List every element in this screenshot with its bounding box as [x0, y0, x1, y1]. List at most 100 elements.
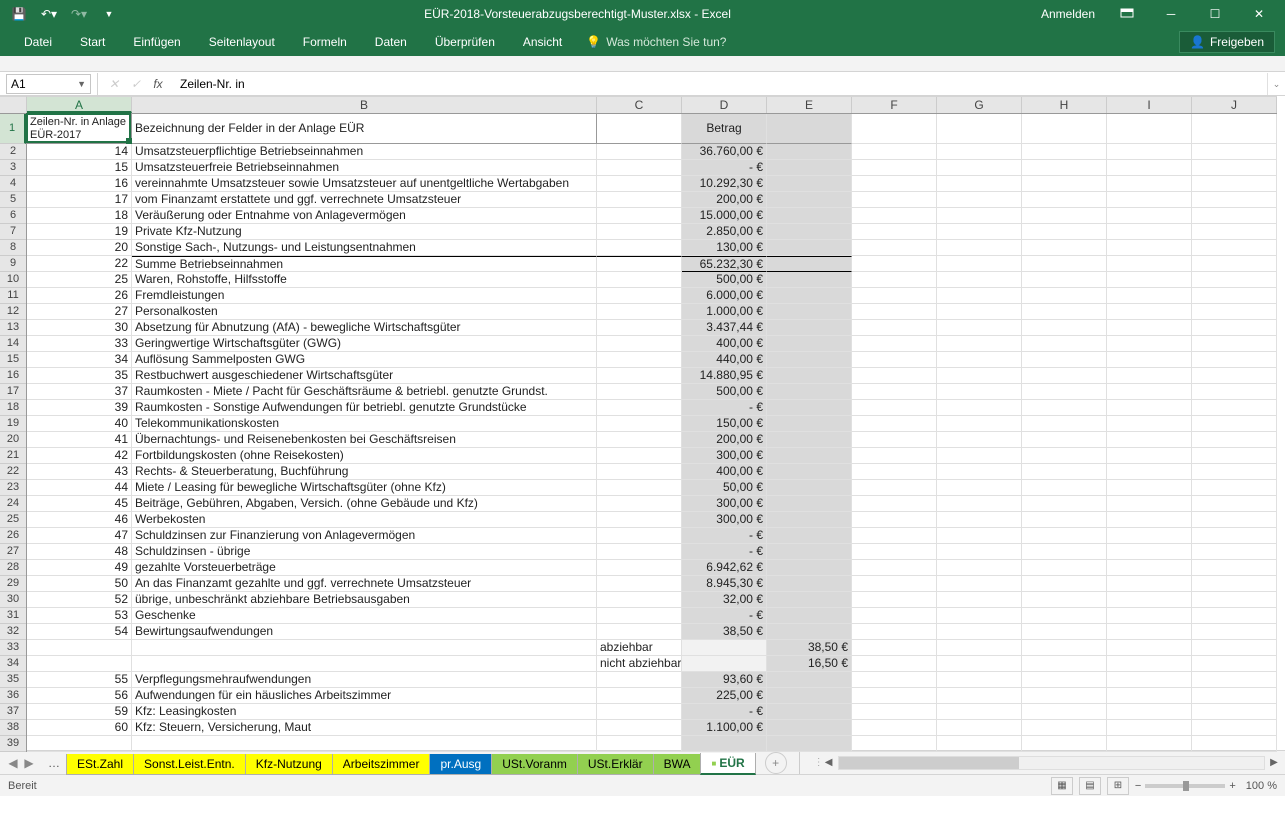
cell[interactable]: [1022, 384, 1107, 400]
row-header[interactable]: 30: [0, 592, 26, 608]
cell[interactable]: 36.760,00 €: [682, 144, 767, 160]
row-header[interactable]: 7: [0, 224, 26, 240]
row-header[interactable]: 13: [0, 320, 26, 336]
cell[interactable]: [1107, 736, 1192, 752]
cell[interactable]: [1107, 656, 1192, 672]
cell[interactable]: [1022, 336, 1107, 352]
cell[interactable]: [937, 512, 1022, 528]
column-header[interactable]: A: [27, 97, 132, 113]
cell[interactable]: [937, 704, 1022, 720]
cell[interactable]: [767, 320, 852, 336]
cell[interactable]: [767, 496, 852, 512]
cell[interactable]: [27, 656, 132, 672]
ribbon-tab-überprüfen[interactable]: Überprüfen: [421, 31, 509, 53]
cell[interactable]: [132, 656, 597, 672]
cell[interactable]: [597, 272, 682, 288]
cell[interactable]: 225,00 €: [682, 688, 767, 704]
cell[interactable]: [852, 384, 937, 400]
cell[interactable]: [852, 656, 937, 672]
cell[interactable]: [767, 512, 852, 528]
cell[interactable]: [597, 240, 682, 256]
cell[interactable]: [1022, 528, 1107, 544]
cell[interactable]: Übernachtungs- und Reisenebenkosten bei …: [132, 432, 597, 448]
formula-input[interactable]: [174, 74, 1267, 94]
cell[interactable]: [852, 336, 937, 352]
cell[interactable]: [937, 192, 1022, 208]
cell[interactable]: 500,00 €: [682, 384, 767, 400]
cell[interactable]: 1.000,00 €: [682, 304, 767, 320]
cell[interactable]: Geringwertige Wirtschaftsgüter (GWG): [132, 336, 597, 352]
cell[interactable]: [937, 144, 1022, 160]
cell[interactable]: [767, 256, 852, 272]
cell[interactable]: Verpflegungsmehraufwendungen: [132, 672, 597, 688]
cell[interactable]: Fremdleistungen: [132, 288, 597, 304]
cell[interactable]: Rechts- & Steuerberatung, Buchführung: [132, 464, 597, 480]
cell[interactable]: [937, 256, 1022, 272]
cell[interactable]: 42: [27, 448, 132, 464]
cell[interactable]: Raumkosten - Sonstige Aufwendungen für b…: [132, 400, 597, 416]
cell[interactable]: [1022, 176, 1107, 192]
cell[interactable]: 27: [27, 304, 132, 320]
cell[interactable]: Bezeichnung der Felder in der Anlage EÜR: [132, 114, 597, 144]
cell[interactable]: Veräußerung oder Entnahme von Anlageverm…: [132, 208, 597, 224]
cell[interactable]: 41: [27, 432, 132, 448]
cell[interactable]: [597, 736, 682, 752]
cell[interactable]: [1107, 720, 1192, 736]
cell[interactable]: [852, 528, 937, 544]
cell[interactable]: [937, 352, 1022, 368]
cell[interactable]: [767, 448, 852, 464]
cell[interactable]: [937, 672, 1022, 688]
cell[interactable]: [852, 608, 937, 624]
cell[interactable]: [937, 160, 1022, 176]
cell[interactable]: [597, 464, 682, 480]
cell[interactable]: [1192, 448, 1277, 464]
cell[interactable]: [1022, 160, 1107, 176]
cell[interactable]: [852, 720, 937, 736]
cell[interactable]: [937, 496, 1022, 512]
cell[interactable]: Schuldzinsen zur Finanzierung von Anlage…: [132, 528, 597, 544]
cell[interactable]: [1022, 592, 1107, 608]
cell[interactable]: 150,00 €: [682, 416, 767, 432]
cell[interactable]: [1022, 368, 1107, 384]
cell[interactable]: [1192, 432, 1277, 448]
cell[interactable]: [1107, 544, 1192, 560]
cell[interactable]: 22: [27, 256, 132, 272]
row-header[interactable]: 11: [0, 288, 26, 304]
cell[interactable]: [937, 208, 1022, 224]
cell[interactable]: [597, 432, 682, 448]
cell[interactable]: 50,00 €: [682, 480, 767, 496]
select-all-corner[interactable]: [0, 96, 27, 114]
column-header[interactable]: J: [1192, 97, 1277, 113]
cell[interactable]: [597, 400, 682, 416]
row-header[interactable]: 26: [0, 528, 26, 544]
fx-icon[interactable]: fx: [148, 77, 168, 91]
cells-area[interactable]: Zeilen-Nr. in Anlage EÜR-2017Bezeichnung…: [27, 114, 1277, 752]
cell[interactable]: [1022, 672, 1107, 688]
cell[interactable]: [1022, 288, 1107, 304]
cell[interactable]: 6.942,62 €: [682, 560, 767, 576]
cell[interactable]: [1107, 640, 1192, 656]
cell[interactable]: [767, 144, 852, 160]
cell[interactable]: 17: [27, 192, 132, 208]
split-handle[interactable]: ⋮: [814, 757, 822, 768]
cell[interactable]: [1107, 176, 1192, 192]
cell[interactable]: [1107, 114, 1192, 144]
ribbon-tab-start[interactable]: Start: [66, 31, 119, 53]
cell[interactable]: [1022, 400, 1107, 416]
cell[interactable]: [767, 416, 852, 432]
cell[interactable]: [1192, 704, 1277, 720]
row-header[interactable]: 5: [0, 192, 26, 208]
row-header[interactable]: 6: [0, 208, 26, 224]
row-header[interactable]: 21: [0, 448, 26, 464]
cell[interactable]: [597, 192, 682, 208]
cell[interactable]: [767, 736, 852, 752]
cell[interactable]: [852, 416, 937, 432]
cell[interactable]: [1107, 256, 1192, 272]
sheet-tab[interactable]: Sonst.Leist.Entn.: [133, 754, 246, 775]
cell[interactable]: [1192, 576, 1277, 592]
cell[interactable]: [852, 704, 937, 720]
cell[interactable]: [597, 592, 682, 608]
row-header[interactable]: 8: [0, 240, 26, 256]
cell[interactable]: 49: [27, 560, 132, 576]
cell[interactable]: [937, 720, 1022, 736]
